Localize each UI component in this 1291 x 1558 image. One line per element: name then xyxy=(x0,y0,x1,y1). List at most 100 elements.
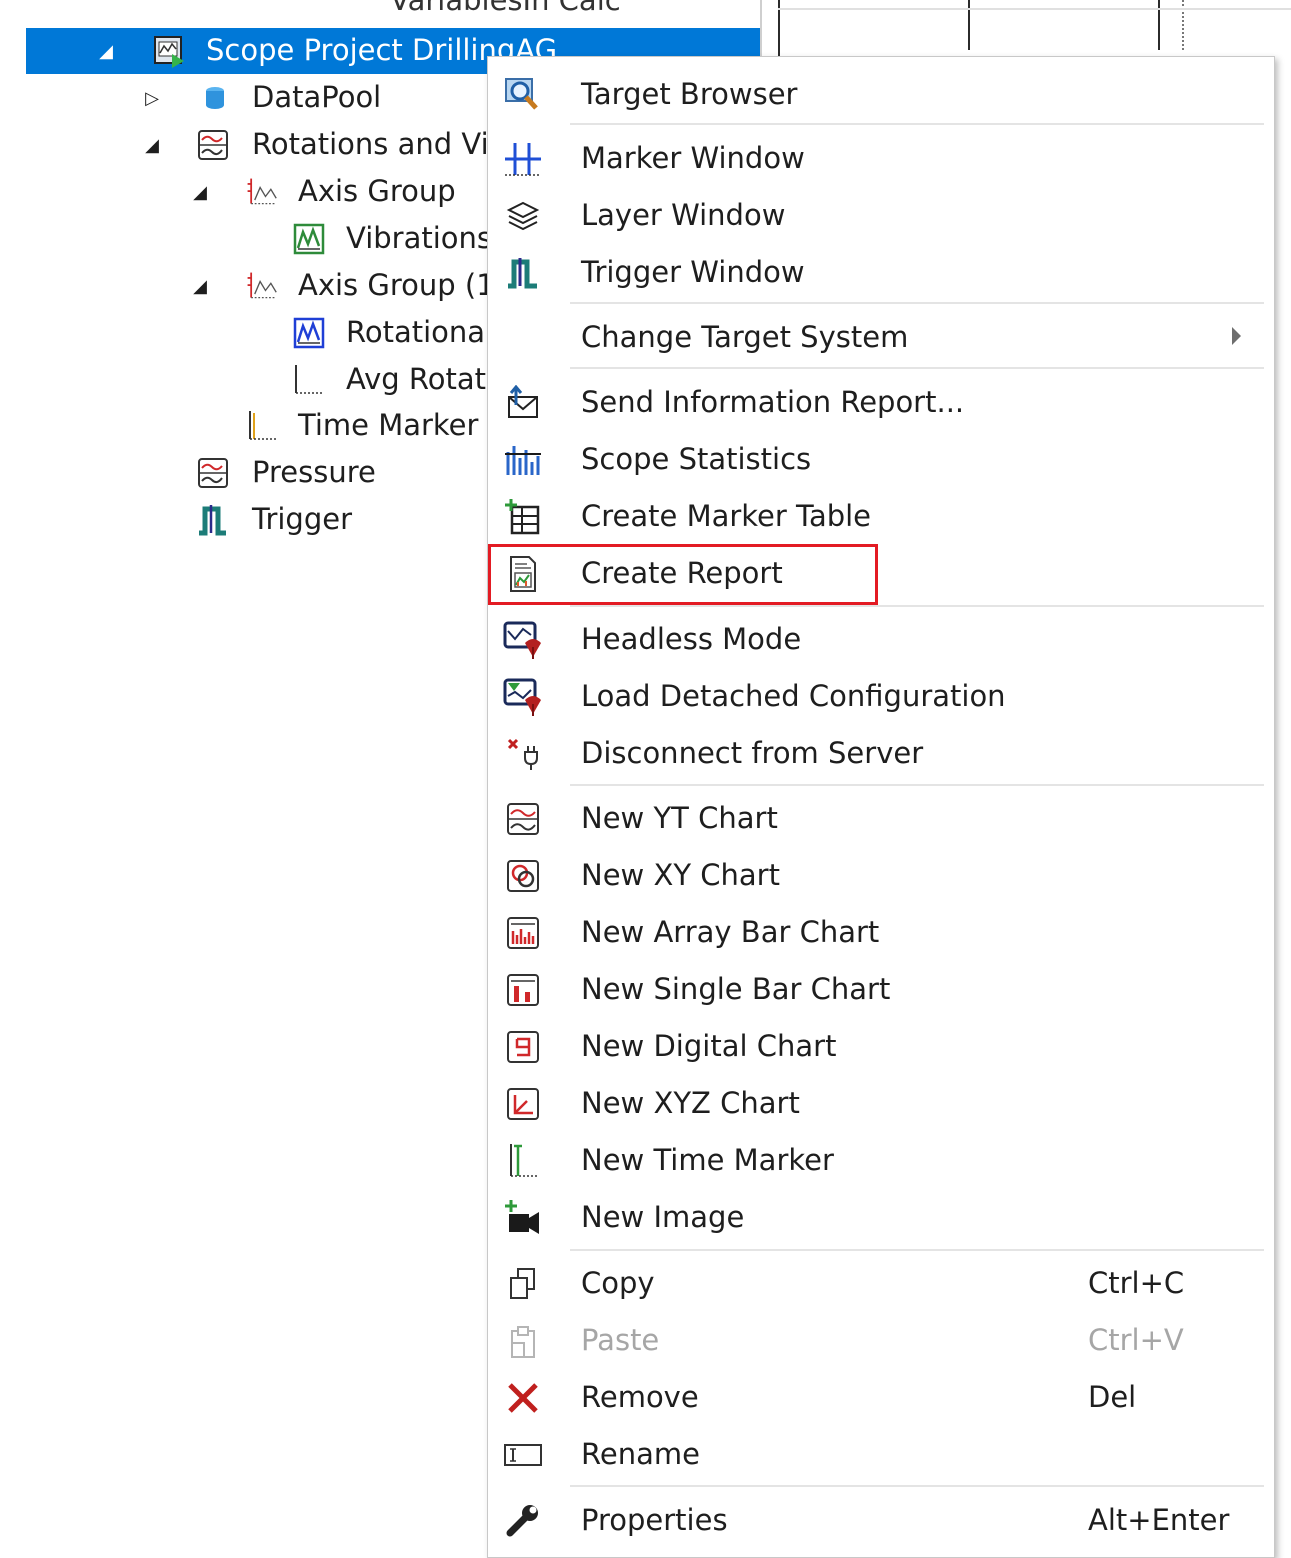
menu-item-label: Change Target System xyxy=(581,320,909,354)
submenu-arrow-icon xyxy=(1232,327,1241,345)
menu-item-headless-mode[interactable]: Headless Mode xyxy=(488,612,1274,666)
menu-separator xyxy=(570,123,1264,125)
menu-item-properties[interactable]: Properties Alt+Enter xyxy=(488,1493,1274,1547)
tree-item-label: DataPool xyxy=(252,80,382,114)
menu-separator xyxy=(570,1249,1264,1251)
menu-item-label: New Array Bar Chart xyxy=(581,915,880,949)
remove-icon xyxy=(500,1378,546,1418)
marker-window-icon xyxy=(500,139,546,179)
menu-item-new-digital-chart[interactable]: New Digital Chart xyxy=(488,1019,1274,1073)
xy-chart-icon xyxy=(500,856,546,896)
expanded-arrow-icon[interactable]: ◢ xyxy=(96,41,116,62)
menu-item-label: Copy xyxy=(581,1266,655,1300)
menu-item-label: Target Browser xyxy=(581,77,798,111)
tree-item-label: VariablesIn Calc xyxy=(390,0,621,17)
collapsed-arrow-icon[interactable]: ▷ xyxy=(142,88,162,109)
marker-table-icon xyxy=(500,497,546,537)
time-marker-icon xyxy=(500,1141,546,1181)
menu-item-label: Load Detached Configuration xyxy=(581,679,1006,713)
array-bar-chart-icon xyxy=(500,913,546,953)
headless-mode-icon xyxy=(500,620,546,660)
expanded-arrow-icon[interactable]: ◢ xyxy=(190,276,210,297)
channel-blue-icon xyxy=(292,316,326,350)
menu-item-new-time-marker[interactable]: New Time Marker xyxy=(488,1133,1274,1187)
menu-item-rename[interactable]: Rename xyxy=(488,1427,1274,1481)
menu-item-shortcut: Ctrl+C xyxy=(1088,1266,1185,1300)
xyz-chart-icon xyxy=(500,1084,546,1124)
tree-item-label: Vibrations xyxy=(346,221,493,255)
load-config-icon xyxy=(500,677,546,717)
rename-icon xyxy=(500,1435,546,1475)
menu-item-label: Disconnect from Server xyxy=(581,736,924,770)
single-bar-chart-icon xyxy=(500,970,546,1010)
layer-window-icon xyxy=(500,196,546,236)
menu-separator xyxy=(570,367,1264,369)
tree-item-label: Trigger xyxy=(252,502,353,536)
context-menu: Target Browser Marker Window Layer Windo… xyxy=(487,56,1275,1558)
time-marker-icon xyxy=(244,409,278,443)
menu-item-new-yt-chart[interactable]: New YT Chart xyxy=(488,791,1274,845)
menu-item-create-marker-table[interactable]: Create Marker Table xyxy=(488,489,1274,543)
menu-item-label: Create Marker Table xyxy=(581,499,872,533)
menu-item-load-detached-configuration[interactable]: Load Detached Configuration xyxy=(488,669,1274,723)
highlight-annotation-box xyxy=(488,544,878,605)
trigger-window-icon xyxy=(500,253,546,293)
menu-separator xyxy=(570,605,1264,607)
database-icon xyxy=(198,81,232,115)
channel-green-icon xyxy=(292,222,326,256)
menu-item-label: Rename xyxy=(581,1437,700,1471)
channel-empty-icon xyxy=(292,363,326,397)
menu-item-label: New Time Marker xyxy=(581,1143,834,1177)
menu-item-label: Scope Statistics xyxy=(581,442,812,476)
yt-chart-icon xyxy=(196,128,230,162)
menu-item-trigger-window[interactable]: Trigger Window xyxy=(488,245,1274,299)
copy-icon xyxy=(500,1264,546,1304)
menu-item-new-array-bar-chart[interactable]: New Array Bar Chart xyxy=(488,905,1274,959)
disconnect-icon xyxy=(500,734,546,774)
tree-item-label: Axis Group (1 xyxy=(298,268,495,302)
menu-item-scope-statistics[interactable]: Scope Statistics xyxy=(488,432,1274,486)
expanded-arrow-icon[interactable]: ◢ xyxy=(142,135,162,156)
paste-icon xyxy=(500,1321,546,1361)
menu-separator xyxy=(570,1485,1264,1487)
menu-item-shortcut: Del xyxy=(1088,1380,1137,1414)
menu-item-disconnect-from-server[interactable]: Disconnect from Server xyxy=(488,726,1274,780)
menu-item-new-xyz-chart[interactable]: New XYZ Chart xyxy=(488,1076,1274,1130)
menu-item-label: Layer Window xyxy=(581,198,786,232)
menu-item-new-image[interactable]: New Image xyxy=(488,1190,1274,1244)
menu-item-copy[interactable]: Copy Ctrl+C xyxy=(488,1256,1274,1310)
menu-item-label: Remove xyxy=(581,1380,699,1414)
menu-item-shortcut: Alt+Enter xyxy=(1088,1503,1230,1537)
tree-item-label: Axis Group xyxy=(298,174,456,208)
expanded-arrow-icon[interactable]: ◢ xyxy=(190,182,210,203)
tree-item-label: Rotational xyxy=(346,315,494,349)
tree-item-label: Time Marker xyxy=(298,408,479,442)
menu-item-label: New Digital Chart xyxy=(581,1029,837,1063)
axis-group-icon xyxy=(244,269,278,303)
menu-item-label: Marker Window xyxy=(581,141,805,175)
menu-item-label: Paste xyxy=(581,1323,660,1357)
menu-item-remove[interactable]: Remove Del xyxy=(488,1370,1274,1424)
yt-chart-icon xyxy=(500,799,546,839)
new-image-icon xyxy=(500,1198,546,1238)
menu-item-marker-window[interactable]: Marker Window xyxy=(488,131,1274,185)
menu-item-change-target-system[interactable]: Change Target System xyxy=(488,310,1274,364)
menu-item-layer-window[interactable]: Layer Window xyxy=(488,188,1274,242)
menu-item-new-xy-chart[interactable]: New XY Chart xyxy=(488,848,1274,902)
menu-item-target-browser[interactable]: Target Browser xyxy=(488,67,1274,121)
menu-separator xyxy=(570,784,1264,786)
menu-item-send-information-report[interactable]: Send Information Report... xyxy=(488,375,1274,429)
statistics-icon xyxy=(500,440,546,480)
scope-project-icon xyxy=(152,34,186,68)
menu-item-label: New XYZ Chart xyxy=(581,1086,800,1120)
properties-icon xyxy=(500,1501,546,1541)
menu-item-paste[interactable]: Paste Ctrl+V xyxy=(488,1313,1274,1367)
grid-line xyxy=(778,8,1291,10)
menu-item-label: Send Information Report... xyxy=(581,385,965,419)
menu-item-new-single-bar-chart[interactable]: New Single Bar Chart xyxy=(488,962,1274,1016)
menu-item-label: New Image xyxy=(581,1200,745,1234)
tree-item-label: Rotations and Vib xyxy=(252,127,508,161)
menu-item-label: New YT Chart xyxy=(581,801,778,835)
menu-separator xyxy=(570,302,1264,304)
tree-item-label: Pressure xyxy=(252,455,376,489)
